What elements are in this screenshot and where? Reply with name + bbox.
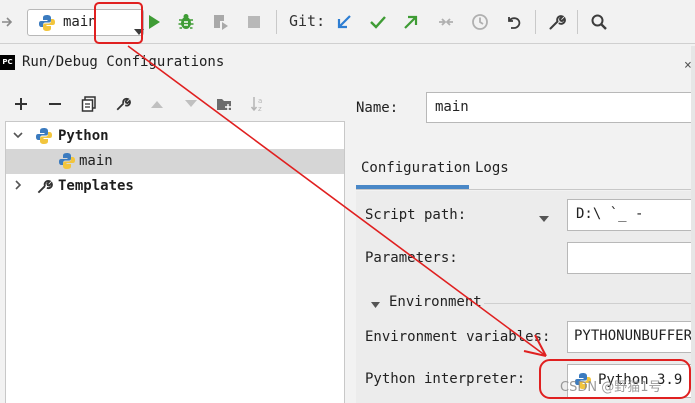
remove-icon[interactable]: [44, 93, 66, 115]
tree-node-python[interactable]: Python: [6, 124, 344, 149]
tab-configuration-label: Configuration: [361, 160, 471, 176]
run-configuration-selector[interactable]: main: [27, 9, 144, 36]
configuration-panel: Script path: D:\ `_ - Parameters: Enviro…: [356, 191, 695, 403]
env-vars-input[interactable]: PYTHONUNBUFFERED: [567, 321, 695, 353]
tree-node-templates[interactable]: Templates: [6, 174, 344, 199]
main-toolbar: main Git:: [0, 0, 695, 44]
git-push-icon[interactable]: [401, 10, 421, 34]
move-down-icon[interactable]: [180, 93, 202, 115]
python-icon: [38, 14, 56, 36]
move-up-icon[interactable]: [146, 93, 168, 115]
copy-icon[interactable]: [78, 93, 100, 115]
git-rollback-icon[interactable]: [504, 10, 524, 34]
script-path-value: D:\ `_ -: [576, 206, 644, 222]
edit-wrench-icon[interactable]: [112, 93, 134, 115]
new-folder-icon[interactable]: [214, 93, 236, 115]
pycharm-logo: PC: [0, 55, 15, 70]
active-tab-indicator: [356, 185, 469, 189]
script-type-dropdown[interactable]: [538, 211, 550, 227]
env-vars-value: PYTHONUNBUFFERED: [574, 328, 695, 344]
git-update-icon[interactable]: [334, 10, 354, 34]
interpreter-label: Python interpreter:: [365, 371, 526, 387]
debug-icon[interactable]: [175, 10, 197, 34]
chevron-down-icon: [538, 211, 550, 227]
sort-icon[interactable]: az: [248, 93, 270, 115]
name-input[interactable]: main: [426, 92, 695, 123]
git-commit-icon[interactable]: [368, 10, 388, 34]
tab-logs-label: Logs: [475, 160, 509, 176]
run-icon[interactable]: [146, 10, 162, 34]
tab-logs[interactable]: Logs: [469, 152, 519, 189]
configuration-tree: Python main Templates: [5, 121, 345, 403]
toolbar-separator: [577, 10, 578, 34]
tree-label-templates: Templates: [58, 178, 134, 194]
search-icon[interactable]: [588, 10, 610, 34]
python-icon: [58, 152, 76, 174]
chevron-down-icon[interactable]: [12, 129, 24, 145]
toolbar-separator: [535, 10, 536, 34]
window-edge: [691, 46, 695, 403]
run-config-label: main: [63, 14, 97, 30]
section-divider: [484, 303, 695, 304]
toolbar-separator: [276, 10, 277, 34]
git-history-icon[interactable]: [470, 10, 490, 34]
wrench-icon: [36, 178, 53, 199]
environment-collapse-toggle[interactable]: [370, 297, 381, 313]
tab-configuration[interactable]: Configuration: [356, 152, 471, 189]
name-input-value: main: [435, 99, 469, 115]
git-compare-icon[interactable]: [436, 10, 456, 34]
config-tabs: Configuration Logs: [356, 152, 695, 190]
chevron-down-icon: [370, 297, 381, 313]
env-vars-label: Environment variables:: [365, 329, 551, 345]
coverage-icon[interactable]: [210, 10, 232, 34]
svg-text:z: z: [258, 105, 262, 113]
tree-node-main[interactable]: main: [6, 149, 344, 174]
environment-section-label: Environment: [389, 294, 482, 310]
tree-label-python: Python: [58, 128, 109, 144]
script-path-label: Script path:: [365, 207, 467, 223]
parameters-input[interactable]: [567, 242, 695, 274]
tree-label-main: main: [79, 153, 113, 169]
chevron-down-icon: [133, 24, 145, 40]
script-path-input[interactable]: D:\ `_ -: [567, 199, 695, 231]
settings-wrench-icon[interactable]: [546, 10, 568, 34]
watermark-text: CSDN @野猫1号: [560, 380, 662, 395]
stop-icon[interactable]: [246, 10, 262, 34]
git-label: Git:: [289, 12, 326, 30]
python-icon: [35, 127, 53, 149]
add-icon[interactable]: [10, 93, 32, 115]
arrow-right-icon[interactable]: [0, 10, 14, 34]
dialog-title: Run/Debug Configurations: [22, 54, 225, 70]
parameters-label: Parameters:: [365, 250, 458, 266]
svg-text:a: a: [258, 97, 262, 105]
name-label: Name:: [356, 100, 399, 116]
chevron-right-icon[interactable]: [12, 179, 24, 195]
